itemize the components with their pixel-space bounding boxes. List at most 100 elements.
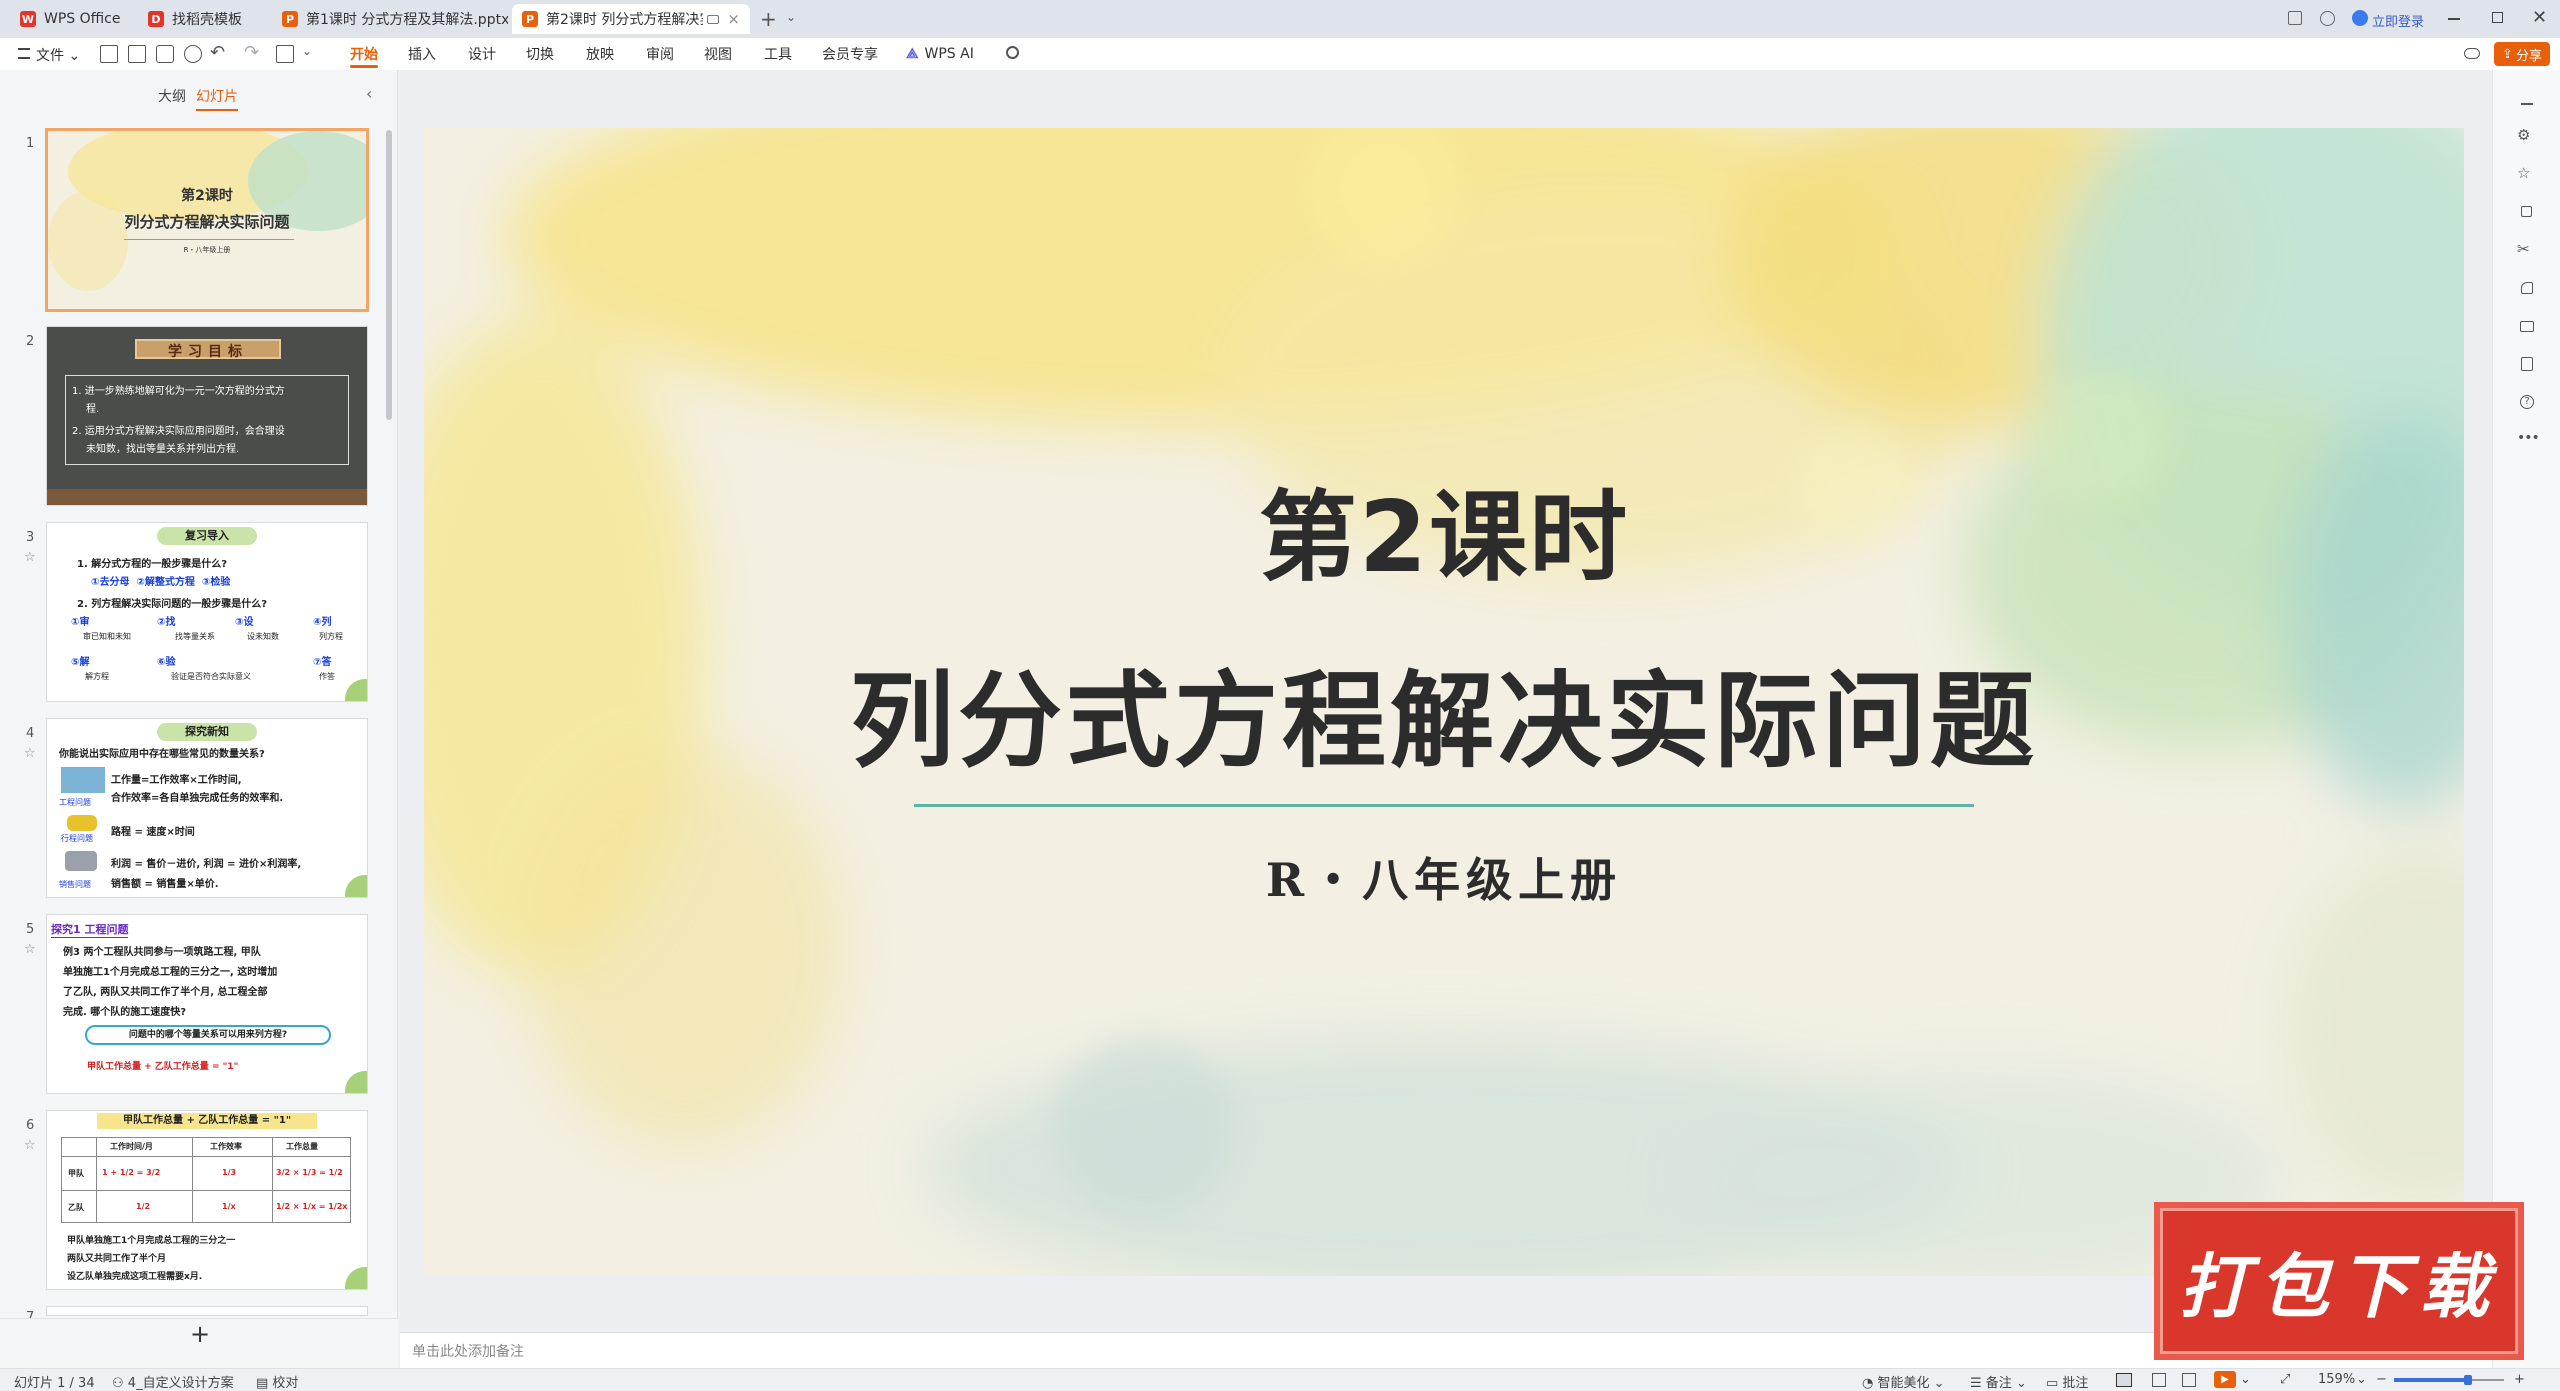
beautify-button[interactable]: ◔ 智能美化 ⌄ — [1862, 1372, 1945, 1391]
menu-tools[interactable]: 工具 — [764, 38, 792, 70]
collapse-panel-icon[interactable]: ‹ — [366, 84, 372, 103]
restore-icon[interactable] — [2492, 12, 2503, 23]
minimize-icon[interactable] — [2448, 18, 2460, 20]
more-dropdown-icon[interactable]: ⌄ — [302, 44, 312, 58]
image-icon[interactable] — [2517, 316, 2537, 336]
slide-title-main[interactable]: 列分式方程解决实际问题 — [424, 636, 2464, 787]
ribbon-menu-bar: 文件 ⌄ ↶ ↷ ⌄ 开始 插入 设计 切换 放映 审阅 视图 工具 会员专享 … — [0, 38, 2560, 70]
thumb-title: 探究新知 — [157, 723, 257, 741]
thumb-line: 甲队工作总量 + 乙队工作总量 = "1" — [87, 1062, 239, 1072]
notes-placeholder: 单击此处添加备注 — [412, 1343, 524, 1360]
car-image — [67, 815, 97, 831]
hamburger-icon[interactable] — [18, 48, 30, 59]
add-slide-button[interactable]: + — [190, 1320, 210, 1348]
slide-subtitle[interactable]: R・八年级上册 — [424, 844, 2464, 910]
save-icon[interactable] — [100, 45, 118, 63]
star-icon[interactable]: ☆ — [24, 1138, 36, 1153]
reading-view-icon[interactable] — [2182, 1373, 2196, 1387]
export-pdf-icon[interactable] — [128, 45, 146, 63]
tab-docer-templates[interactable]: D 找稻壳模板 — [138, 4, 268, 34]
thumb-question-box: 问题中的哪个等量关系可以用来列方程? — [85, 1025, 331, 1045]
zoom-level[interactable]: 159% — [2318, 1372, 2355, 1387]
slide-thumbnail[interactable]: 学习目标 1. 进一步熟练地解可化为一元一次方程的分式方 程. 2. 运用分式方… — [46, 326, 368, 506]
menu-member[interactable]: 会员专享 — [822, 38, 878, 70]
close-window-icon[interactable]: ✕ — [2532, 7, 2547, 28]
tab-lesson1-pptx[interactable]: P 第1课时 分式方程及其解法.pptx — [272, 4, 508, 34]
normal-view-icon[interactable] — [2116, 1373, 2132, 1387]
thumb-table: 工作时间/月 工作效率 工作总量 甲队 1 + 1/2 = 3/2 1/3 3/… — [61, 1137, 351, 1223]
slide-thumbnail[interactable]: 第2课时 列分式方程解决实际问题 R・八年级上册 — [45, 128, 369, 312]
login-link[interactable]: 立即登录 — [2372, 11, 2424, 30]
slide-thumbnail[interactable]: 复习导入 1. 解分式方程的一般步骤是什么? ①去分母 ②解整式方程 ③检验 2… — [46, 522, 368, 702]
share-button[interactable]: ⇪ 分享 — [2494, 42, 2550, 66]
tab-list-dropdown-icon[interactable]: ⌄ — [786, 10, 796, 24]
thumb-label: 行程问题 — [61, 834, 93, 843]
menu-transition[interactable]: 切换 — [526, 38, 554, 70]
fit-window-icon[interactable]: ⤢ — [2280, 1372, 2290, 1387]
slide-thumbnail[interactable]: 探究新知 你能说出实际应用中存在哪些常见的数量关系? 工程问题 工作量=工作效率… — [46, 718, 368, 898]
theme-name[interactable]: ⚇ 4_自定义设计方案 — [112, 1372, 234, 1391]
close-tab-icon[interactable]: × — [727, 10, 740, 28]
slide-number: 4 — [26, 726, 35, 741]
help-icon[interactable]: ? — [2517, 392, 2537, 412]
thumb-line: ①去分母 ②解整式方程 ③检验 — [91, 577, 231, 588]
menu-insert[interactable]: 插入 — [408, 38, 436, 70]
print-icon[interactable] — [156, 45, 174, 63]
redo-icon[interactable]: ↷ — [244, 42, 259, 63]
thumb-line: 完成. 哪个队的施工速度快? — [63, 1007, 187, 1018]
zoom-out-icon[interactable]: − — [2376, 1372, 2387, 1387]
file-menu[interactable]: 文件 ⌄ — [36, 45, 80, 65]
window-layout-icon[interactable] — [2288, 11, 2302, 25]
slide-thumbnail-panel: 大纲 幻灯片 ‹ 1 第2课时 列分式方程解决实际问题 R・八年级上册 2 学习… — [0, 70, 398, 1368]
settings-sliders-icon[interactable]: ⚙ — [2517, 126, 2537, 146]
notes-toggle-button[interactable]: ☰ 备注 ⌄ — [1970, 1372, 2027, 1391]
tab-wps-office[interactable]: W WPS Office — [10, 4, 130, 34]
slide-title-lesson[interactable]: 第2课时 — [424, 458, 2464, 600]
search-icon[interactable] — [1006, 46, 1019, 59]
thumb-scrollbar[interactable] — [386, 130, 392, 420]
sorter-view-icon[interactable] — [2152, 1373, 2166, 1387]
menu-review[interactable]: 审阅 — [646, 38, 674, 70]
zoom-dropdown-icon[interactable]: ⌄ — [2356, 1372, 2367, 1387]
slide-thumbnail[interactable]: 甲队工作总量 + 乙队工作总量 = "1" 工作时间/月 工作效率 工作总量 甲… — [46, 1110, 368, 1290]
menu-animation[interactable]: 放映 — [586, 38, 614, 70]
star-icon[interactable]: ☆ — [24, 942, 36, 957]
star-icon[interactable]: ☆ — [24, 550, 36, 565]
table-cell: 1/3 — [222, 1168, 237, 1177]
tools-icon[interactable]: ✂ — [2517, 240, 2537, 260]
current-slide[interactable]: 第2课时 列分式方程解决实际问题 R・八年级上册 — [424, 128, 2464, 1276]
thumb-title: 复习导入 — [157, 527, 257, 545]
thumb-line: 了乙队, 两队又共同工作了半个月, 总工程全部 — [63, 987, 268, 998]
tab-lesson2-pptx[interactable]: P 第2课时 列分式方程解决实际问 × — [512, 4, 750, 34]
tab-slides[interactable]: 幻灯片 — [196, 86, 238, 111]
zoom-slider-handle[interactable] — [2464, 1375, 2472, 1385]
zoom-in-icon[interactable]: + — [2514, 1372, 2525, 1387]
slide-thumbnail[interactable]: 探究1 工程问题 例3 两个工程队共同参与一项筑路工程, 甲队 单独施工1个月完… — [46, 914, 368, 1094]
copy-icon[interactable] — [2517, 202, 2537, 222]
preview-icon[interactable] — [184, 45, 202, 63]
slide-thumbnail[interactable] — [46, 1306, 368, 1316]
slideshow-dropdown-icon[interactable]: ⌄ — [2240, 1372, 2251, 1387]
play-slideshow-button[interactable]: ▶ — [2214, 1371, 2236, 1388]
more-icon[interactable]: ••• — [2517, 430, 2540, 450]
thumb-step: ②找 — [157, 617, 176, 628]
new-tab-button[interactable]: + — [760, 7, 777, 31]
user-avatar-icon[interactable] — [2352, 10, 2368, 26]
menu-design[interactable]: 设计 — [468, 38, 496, 70]
tab-outline[interactable]: 大纲 — [158, 86, 186, 106]
skin-icon[interactable] — [2320, 11, 2335, 26]
menu-wps-ai[interactable]: ⟁ WPS AI — [906, 38, 974, 70]
menu-home[interactable]: 开始 — [350, 38, 378, 70]
star-outline-icon[interactable]: ☆ — [2517, 164, 2537, 184]
format-painter-icon[interactable] — [276, 45, 294, 63]
minus-icon[interactable] — [2517, 94, 2537, 114]
menu-view[interactable]: 视图 — [704, 38, 732, 70]
proof-button[interactable]: ▤ 校对 — [256, 1372, 298, 1391]
undo-icon[interactable]: ↶ — [210, 42, 225, 63]
book-icon[interactable] — [2517, 354, 2537, 374]
star-icon[interactable]: ☆ — [24, 746, 36, 761]
shape-icon[interactable] — [2517, 278, 2537, 298]
zoom-slider[interactable] — [2394, 1375, 2504, 1385]
comments-button[interactable]: ▭ 批注 — [2046, 1372, 2088, 1391]
cloud-sync-icon[interactable] — [2464, 48, 2480, 59]
